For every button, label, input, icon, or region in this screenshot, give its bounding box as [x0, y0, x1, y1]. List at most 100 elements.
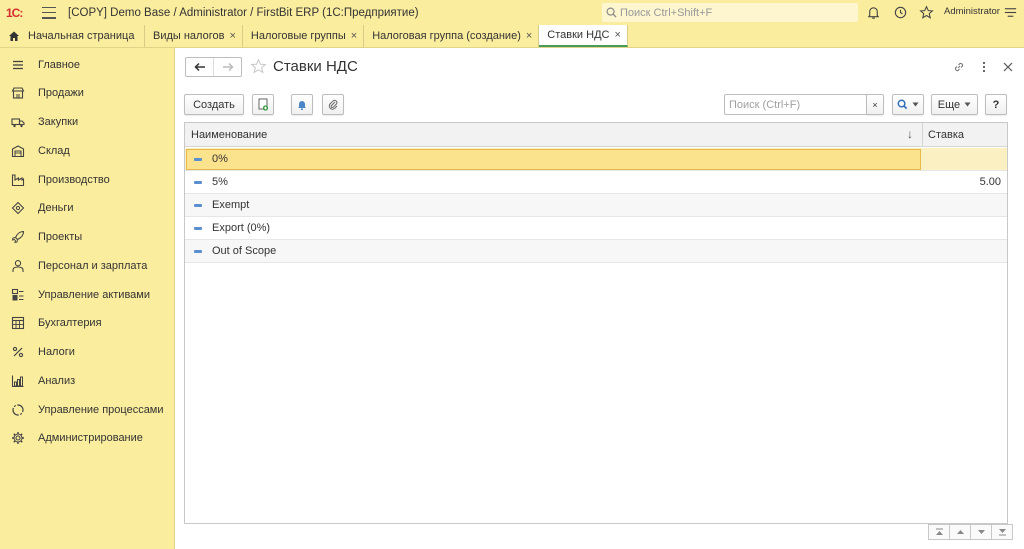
search-clear-button[interactable]: × — [866, 94, 884, 115]
row-name: 0% — [212, 153, 228, 165]
sidebar-item-production[interactable]: Производство — [0, 169, 174, 191]
back-button[interactable] — [186, 58, 213, 76]
person-icon — [12, 260, 24, 272]
table-row[interactable]: Export (0%) — [185, 217, 1007, 240]
process-icon — [12, 404, 24, 416]
sidebar-item-money[interactable]: Деньги — [0, 197, 174, 219]
scroll-to-top-button[interactable] — [928, 524, 950, 540]
item-marker-icon — [194, 204, 202, 207]
chevron-down-icon — [912, 102, 919, 107]
sidebar-item-label: Деньги — [38, 202, 74, 214]
sidebar-item-purchases[interactable]: Закупки — [0, 111, 174, 133]
vat-rates-table: Наименование ↓ Ставка 0% 5% 5.00 Exempt … — [184, 122, 1008, 524]
copy-document-icon — [258, 98, 269, 111]
close-form-icon[interactable] — [1001, 60, 1015, 74]
sidebar-item-analysis[interactable]: Анализ — [0, 370, 174, 392]
truck-icon — [11, 118, 25, 128]
sections-sidebar: Главное Продажи Закупки Склад Производст… — [0, 48, 175, 549]
forward-button[interactable] — [213, 58, 241, 76]
global-search-placeholder: Поиск Ctrl+Shift+F — [620, 6, 713, 19]
sidebar-item-sales[interactable]: Продажи — [0, 82, 174, 104]
sidebar-item-asset-management[interactable]: Управление активами — [0, 284, 174, 306]
sidebar-item-hr-payroll[interactable]: Персонал и зарплата — [0, 255, 174, 277]
settings-menu-icon[interactable] — [1003, 5, 1018, 20]
list-search-input[interactable] — [724, 94, 868, 115]
gear-icon — [12, 432, 24, 444]
rocket-icon — [11, 230, 25, 244]
more-vertical-icon[interactable] — [977, 60, 991, 74]
scroll-down-button[interactable] — [970, 524, 992, 540]
tab-tax-groups[interactable]: Налоговые группы × — [243, 25, 365, 47]
sidebar-item-taxes[interactable]: Налоги — [0, 341, 174, 363]
sidebar-item-projects[interactable]: Проекты — [0, 226, 174, 248]
row-name: Out of Scope — [212, 245, 277, 257]
tab-vat-rates[interactable]: Ставки НДС × — [539, 25, 628, 47]
factory-icon — [11, 174, 25, 187]
favorites-star-icon[interactable] — [919, 5, 934, 20]
column-header-rate[interactable]: Ставка — [928, 129, 964, 141]
close-icon[interactable]: × — [526, 30, 532, 42]
table-row[interactable]: 0% — [185, 148, 1007, 171]
sidebar-item-label: Производство — [38, 174, 110, 186]
close-icon[interactable]: × — [351, 30, 357, 42]
row-name: 5% — [212, 176, 228, 188]
column-divider[interactable] — [922, 123, 923, 147]
add-to-favorites-star-icon[interactable] — [250, 58, 267, 75]
app-title: [COPY] Demo Base / Administrator / First… — [68, 6, 419, 19]
assets-icon — [11, 288, 24, 301]
more-actions-button[interactable]: Еще — [931, 94, 978, 115]
item-marker-icon — [194, 227, 202, 230]
scroll-to-bottom-button[interactable] — [991, 524, 1013, 540]
list-scroll-controls — [928, 524, 1013, 540]
more-actions-label: Еще — [937, 98, 961, 111]
sidebar-item-administration[interactable]: Администрирование — [0, 427, 174, 449]
ledger-icon — [11, 316, 25, 330]
user-name[interactable]: Administrator — [944, 6, 1000, 17]
close-icon[interactable]: × — [229, 30, 235, 42]
search-options-button[interactable] — [892, 94, 924, 115]
warehouse-icon — [11, 145, 25, 158]
percent-icon — [12, 346, 24, 358]
tab-label: Налоговые группы — [250, 30, 346, 42]
search-icon — [606, 7, 617, 18]
item-marker-icon — [194, 250, 202, 253]
item-marker-icon — [194, 181, 202, 184]
table-row[interactable]: 5% 5.00 — [185, 171, 1007, 194]
row-name: Exempt — [212, 199, 250, 211]
column-header-name[interactable]: Наименование — [191, 129, 267, 141]
table-row[interactable]: Out of Scope — [185, 240, 1007, 263]
arrow-right-icon — [222, 62, 234, 72]
sidebar-item-process-management[interactable]: Управление процессами — [0, 399, 174, 421]
sidebar-item-main[interactable]: Главное — [0, 54, 174, 76]
sidebar-item-label: Налоги — [38, 346, 75, 358]
bell-icon[interactable] — [866, 5, 881, 20]
sort-arrow-icon: ↓ — [907, 127, 913, 141]
menu-icon — [13, 60, 23, 70]
table-row[interactable]: Exempt — [185, 194, 1007, 217]
tab-home[interactable]: Начальная страница — [0, 25, 145, 47]
sidebar-item-warehouse[interactable]: Склад — [0, 140, 174, 162]
sidebar-item-label: Администрирование — [38, 432, 143, 444]
sidebar-item-label: Проекты — [38, 231, 83, 243]
chevron-up-icon — [956, 530, 964, 534]
sidebar-item-label: Персонал и зарплата — [38, 260, 148, 272]
copy-button[interactable] — [252, 94, 274, 115]
scroll-up-button[interactable] — [949, 524, 971, 540]
search-icon — [897, 99, 908, 110]
create-button[interactable]: Создать — [184, 94, 244, 115]
history-icon[interactable] — [893, 5, 908, 20]
tab-tax-types[interactable]: Виды налогов × — [145, 25, 243, 47]
tab-label: Налоговая группа (создание) — [372, 30, 521, 42]
link-icon[interactable] — [952, 60, 966, 74]
row-name: Export (0%) — [212, 222, 271, 234]
help-button[interactable]: ? — [985, 94, 1007, 115]
notification-button[interactable] — [291, 94, 313, 115]
sidebar-item-accounting[interactable]: Бухгалтерия — [0, 312, 174, 334]
sidebar-item-label: Анализ — [38, 375, 76, 387]
close-icon[interactable]: × — [614, 29, 620, 41]
tab-tax-group-create[interactable]: Налоговая группа (создание) × — [364, 25, 540, 47]
chart-icon — [11, 375, 24, 388]
global-search-input[interactable]: Поиск Ctrl+Shift+F — [602, 3, 858, 22]
attach-files-button[interactable] — [322, 94, 344, 115]
main-menu-button[interactable] — [42, 6, 56, 19]
